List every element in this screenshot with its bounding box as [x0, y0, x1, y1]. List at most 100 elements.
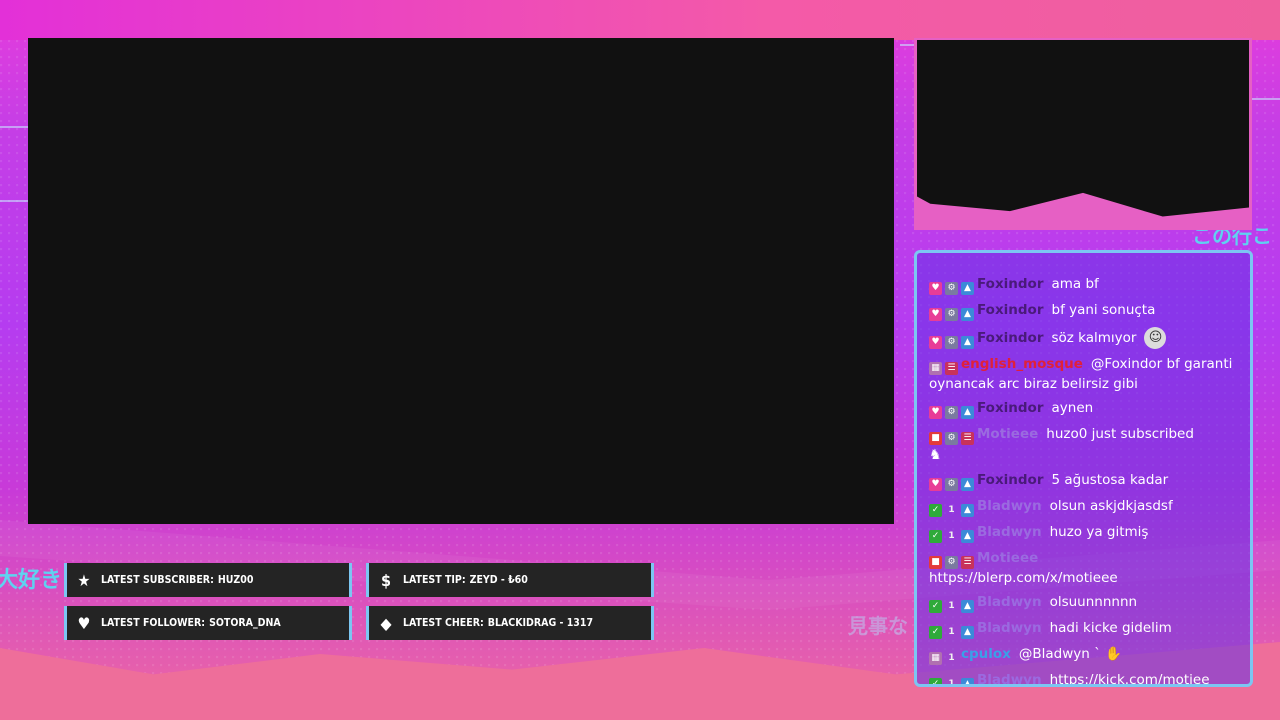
chat-username[interactable]: Bladwyn	[977, 620, 1042, 636]
latest-follower-value: SOTORA_DNA	[209, 617, 281, 629]
rank-badge-icon: ▲	[961, 308, 974, 321]
check-badge-icon: ✓	[929, 626, 942, 639]
latest-subscriber-value: HUZ00	[217, 574, 254, 586]
rank-badge-icon: ▲	[961, 626, 974, 639]
check-badge-icon: ✓	[929, 600, 942, 613]
chat-message-text: @Bladwyn ` ✋	[1018, 646, 1122, 662]
tier-badge-icon: 1	[948, 679, 955, 687]
badge-group: ♥ ⚙ ▲	[929, 308, 974, 321]
chat-message: ▦ ☰ english_mosque @Foxindor bf garanti oyn…	[929, 355, 1239, 393]
badge-group: ✓ 1 ▲	[929, 504, 974, 517]
chat-message-text: https://blerp.com/x/motieee	[929, 570, 1118, 586]
rank-badge-icon: ▲	[961, 530, 974, 543]
chat-message-text: olsuunnnnnn	[1049, 594, 1138, 610]
rank-badge-icon: ▲	[961, 336, 974, 349]
badge-group: ■ ⚙ ☰	[929, 432, 974, 445]
heart-badge-icon: ♥	[929, 336, 942, 349]
latest-cheer-label: LATEST CHEER:	[403, 617, 484, 629]
chat-username[interactable]: Motieee	[977, 426, 1038, 442]
badge-group: ✓ 1 ▲	[929, 626, 974, 639]
heart-badge-icon: ♥	[929, 282, 942, 295]
background-glitch-line	[900, 44, 914, 46]
chat-message: ✓ 1 ▲ Bladwyn https://kick.com/motiee	[929, 671, 1239, 687]
chat-message: ♥ ⚙ ▲ Foxindor bf yani sonuçta	[929, 301, 1239, 321]
mod-badge-icon: ⚙	[945, 336, 958, 349]
chat-username[interactable]: Bladwyn	[977, 498, 1042, 514]
chat-message-text: 5 ağustosa kadar	[1051, 472, 1169, 488]
chat-message: ✓ 1 ▲ Bladwyn olsuunnnnnn	[929, 593, 1239, 613]
chat-panel: ♥ ⚙ ▲ Foxindor ama bf ♥ ⚙ ▲ Foxindor bf yani sonu…	[914, 250, 1253, 687]
latest-tip-bar: $ LATEST TIP: ZEYD - ₺60	[366, 563, 654, 597]
badge-group: ▦ 1	[929, 652, 958, 665]
chat-message: ▦ 1 cpulox @Bladwyn ` ✋	[929, 645, 1239, 665]
chat-message: ♥ ⚙ ▲ Foxindor 5 ağustosa kadar	[929, 471, 1239, 491]
chat-username[interactable]: Foxindor	[977, 302, 1044, 318]
chat-username[interactable]: Foxindor	[977, 330, 1044, 346]
rank-badge-icon: ▲	[961, 504, 974, 517]
chat-username[interactable]: Bladwyn	[977, 524, 1042, 540]
mod-badge-icon: ⚙	[945, 308, 958, 321]
sub-badge-icon: ☰	[961, 556, 974, 569]
chat-message-text: ama bf	[1051, 276, 1099, 292]
sub-badge-icon: ☰	[961, 432, 974, 445]
chat-message-text: huzo ya gitmiş	[1049, 524, 1149, 540]
heart-badge-icon: ♥	[929, 478, 942, 491]
webcam-area	[917, 40, 1249, 217]
chat-message-text: olsun askjdkjasdsf	[1049, 498, 1173, 514]
chat-message-text: https://kick.com/motiee	[1049, 672, 1210, 687]
game-capture-area	[28, 38, 894, 524]
badge-group: ♥ ⚙ ▲	[929, 478, 974, 491]
chat-username[interactable]: Motieee	[977, 550, 1038, 566]
chat-message-text: hadi kicke gidelim	[1049, 620, 1172, 636]
rank-badge-icon: ▲	[961, 282, 974, 295]
badge-group: ■ ⚙ ☰	[929, 556, 974, 569]
badge-group: ♥ ⚙ ▲	[929, 336, 974, 349]
webcam-frame	[914, 38, 1252, 230]
chat-username[interactable]: Bladwyn	[977, 594, 1042, 610]
rank-badge-icon: ▲	[961, 678, 974, 684]
tier-badge-icon: 1	[948, 627, 955, 637]
chat-message-text: huzo0 just subscribed	[1046, 426, 1194, 442]
diamond-icon: ◆	[380, 613, 392, 633]
chat-message: ✓ 1 ▲ Bladwyn hadi kicke gidelim	[929, 619, 1239, 639]
chat-username[interactable]: Bladwyn	[977, 672, 1042, 684]
mod-badge-icon: ⚙	[945, 282, 958, 295]
dollar-icon: $	[380, 570, 391, 590]
badge-group: ✓ 1 ▲	[929, 678, 974, 687]
badge-group: ♥ ⚙ ▲	[929, 282, 974, 295]
chat-username[interactable]: Foxindor	[977, 472, 1044, 488]
chat-message-list[interactable]: ♥ ⚙ ▲ Foxindor ama bf ♥ ⚙ ▲ Foxindor bf yani sonu…	[929, 275, 1239, 687]
heart-icon: ♥	[77, 613, 91, 633]
chat-message: ✓ 1 ▲ Bladwyn huzo ya gitmiş	[929, 523, 1239, 543]
badge-group: ✓ 1 ▲	[929, 530, 974, 543]
dance-emote-icon: ♞	[929, 447, 942, 463]
japanese-decoration-left: 大好き	[0, 568, 63, 593]
latest-cheer-bar: ◆ LATEST CHEER: BLACKIDRAG - 1317	[366, 606, 654, 640]
chat-message-text: bf yani sonuçta	[1051, 302, 1156, 318]
mod-badge-icon: ⚙	[945, 406, 958, 419]
chat-message-text: söz kalmıyor	[1051, 330, 1137, 346]
latest-follower-bar: ♥ LATEST FOLLOWER: SOTORA_DNA	[64, 606, 352, 640]
latest-subscriber-bar: ★ LATEST SUBSCRIBER: HUZ00	[64, 563, 352, 597]
latest-follower-label: LATEST FOLLOWER:	[101, 617, 206, 629]
tier-badge-icon: 1	[948, 601, 955, 611]
tier-badge-icon: 1	[948, 531, 955, 541]
background-glitch-line	[0, 200, 30, 202]
chat-username[interactable]: Foxindor	[977, 400, 1044, 416]
chat-username[interactable]: english_mosque	[961, 356, 1083, 372]
check-badge-icon: ✓	[929, 678, 942, 684]
check-badge-icon: ✓	[929, 530, 942, 543]
mod-badge-icon: ⚙	[945, 432, 958, 445]
latest-tip-label: LATEST TIP:	[403, 574, 466, 586]
star-icon: ★	[77, 570, 91, 590]
japanese-decoration-right-bottom: 見事な	[848, 614, 908, 638]
rank-badge-icon: ▲	[961, 406, 974, 419]
camera-badge-icon: ■	[929, 432, 942, 445]
heart-badge-icon: ♥	[929, 308, 942, 321]
chat-message: ♥ ⚙ ▲ Foxindor söz kalmıyor ☺	[929, 327, 1239, 349]
heart-badge-icon: ♥	[929, 406, 942, 419]
chat-username[interactable]: Foxindor	[977, 276, 1044, 292]
camera-badge-icon: ■	[929, 556, 942, 569]
chat-username[interactable]: cpulox	[961, 646, 1011, 662]
chat-message-text: aynen	[1051, 400, 1094, 416]
